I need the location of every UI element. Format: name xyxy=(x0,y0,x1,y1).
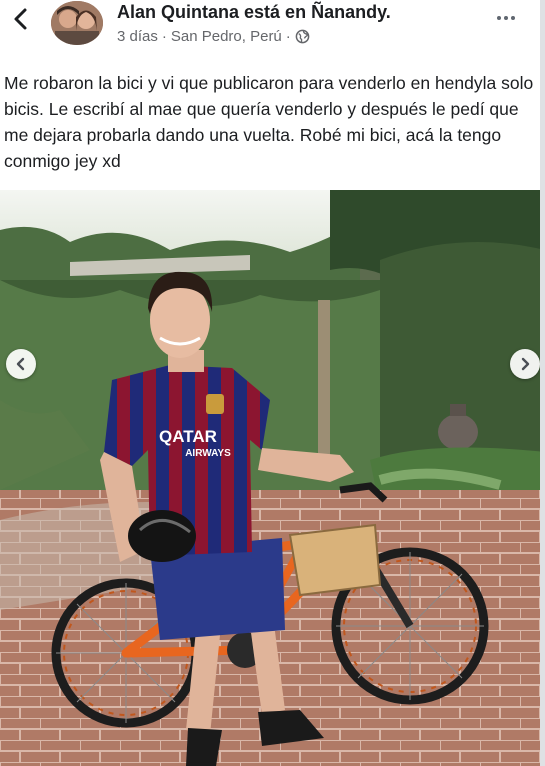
jersey-sponsor-subtext: AIRWAYS xyxy=(185,448,231,459)
post-location[interactable]: San Pedro, Perú xyxy=(171,28,282,45)
back-button[interactable] xyxy=(6,4,34,34)
photo-next-button[interactable] xyxy=(510,349,540,379)
chevron-left-icon xyxy=(16,357,25,371)
post-time[interactable]: 3 días xyxy=(117,28,158,45)
photo-previous-button[interactable] xyxy=(6,349,36,379)
post-text: Me robaron la bici y vi que publicaron p… xyxy=(4,73,534,171)
chevron-left-icon xyxy=(14,8,27,30)
author-name[interactable]: Alan Quintana xyxy=(117,2,239,22)
post-meta: 3 días · San Pedro, Perú · xyxy=(117,28,310,45)
meta-separator: · xyxy=(161,28,167,45)
avatar[interactable] xyxy=(51,1,103,45)
scrollbar-track[interactable] xyxy=(540,0,545,766)
author-connector: está en xyxy=(244,2,307,22)
more-options-button[interactable] xyxy=(491,8,521,28)
check-in-place[interactable]: Ñanandy. xyxy=(311,2,391,22)
post-header: Alan Quintana está en Ñanandy. 3 días · … xyxy=(0,0,545,60)
globe-icon xyxy=(295,29,310,44)
meta-separator: · xyxy=(285,28,291,45)
post-author-line: Alan Quintana está en Ñanandy. xyxy=(117,2,391,23)
chevron-right-icon xyxy=(521,357,530,371)
jersey-sponsor-text: QATAR xyxy=(159,427,217,446)
post-photo[interactable]: QATAR AIRWAYS xyxy=(0,190,545,766)
more-horizontal-icon xyxy=(497,16,501,20)
